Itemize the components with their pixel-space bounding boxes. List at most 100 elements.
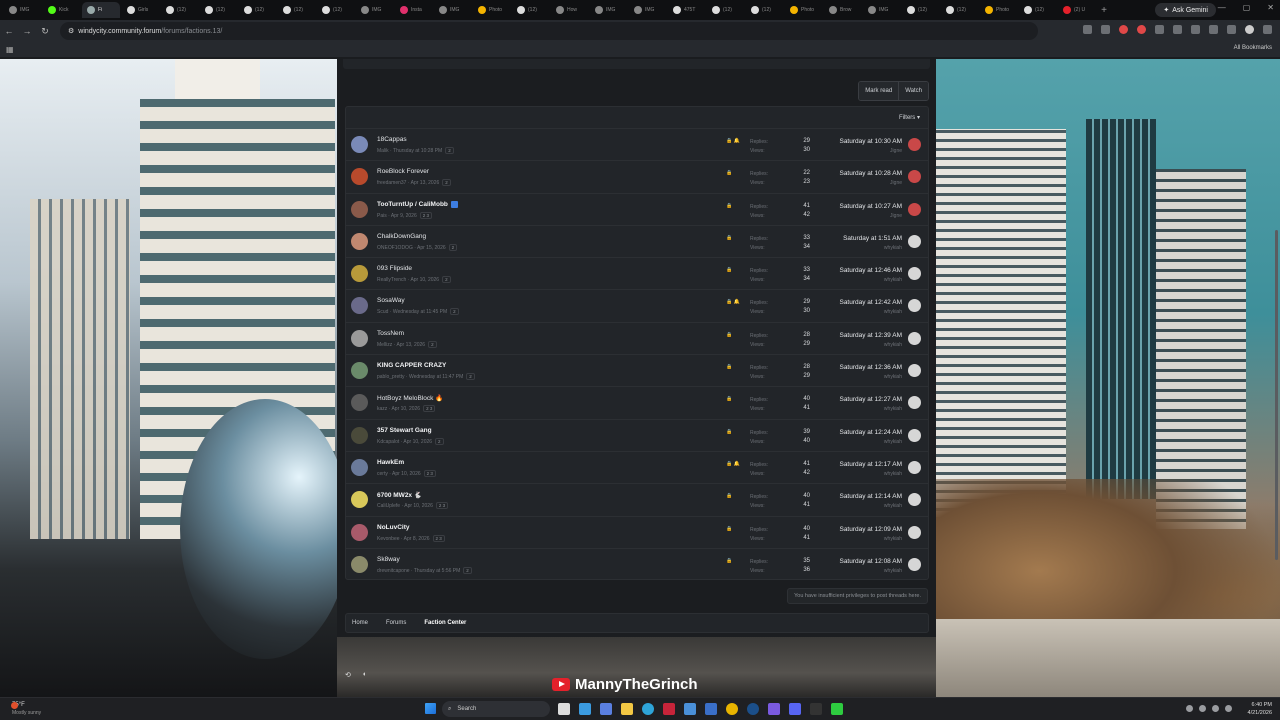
- browser-tab[interactable]: IMG: [434, 2, 471, 18]
- last-post-user[interactable]: whykiah: [884, 568, 902, 574]
- page-scrollbar[interactable]: [1275, 230, 1278, 560]
- windows-start-icon[interactable]: [425, 703, 436, 714]
- maximize-icon[interactable]: ▢: [1243, 3, 1251, 12]
- browser-tab[interactable]: (12): [161, 2, 198, 18]
- all-bookmarks[interactable]: All Bookmarks: [1234, 45, 1272, 51]
- apps-grid-icon[interactable]: ▦: [6, 45, 14, 54]
- last-post-user[interactable]: Jigne: [890, 148, 902, 154]
- last-poster-avatar[interactable]: [908, 267, 921, 281]
- last-post-user[interactable]: whykiah: [884, 406, 902, 412]
- app-icon[interactable]: [684, 703, 696, 715]
- author-avatar[interactable]: [351, 297, 368, 315]
- new-tab-button[interactable]: +: [1097, 5, 1111, 16]
- extensions-puzzle-icon[interactable]: [1191, 25, 1200, 34]
- browser-tab[interactable]: Kick: [43, 2, 80, 18]
- last-poster-avatar[interactable]: [908, 331, 921, 345]
- last-post-time[interactable]: Saturday at 10:30 AM: [839, 138, 902, 145]
- thread-row[interactable]: NoLuvCity Kevonbee · Apr 8, 2026 2 3 🔒 Repli…: [346, 517, 928, 549]
- page-jump[interactable]: 2: [450, 308, 459, 316]
- thread-row[interactable]: Sk8way drewnitcapone · Thursday at 5:56 P…: [346, 549, 928, 581]
- author-avatar[interactable]: [351, 362, 368, 380]
- thread-row[interactable]: HotBoyz MeloBlock 🔥 kazz · Apr 10, 2026 2 …: [346, 387, 928, 420]
- thread-row[interactable]: ChalkDownGang ONEOF1ODOG · Apr 15, 2026 2 🔒…: [346, 226, 928, 259]
- thread-title-link[interactable]: RoeBlock Forever: [377, 168, 429, 175]
- breadcrumb-home[interactable]: Home: [352, 620, 368, 626]
- thread-row[interactable]: 357 Stewart Gang Kdcapalot · Apr 10, 2026…: [346, 420, 928, 452]
- browser-tab[interactable]: IMG: [590, 2, 627, 18]
- thread-author-date[interactable]: kazz · Apr 10, 2026: [377, 406, 420, 412]
- last-post-time[interactable]: Saturday at 12:14 AM: [839, 493, 902, 500]
- page-jump[interactable]: 2 3: [423, 469, 436, 477]
- watch-button[interactable]: Watch: [898, 82, 928, 100]
- last-post-time[interactable]: Saturday at 1:51 AM: [843, 235, 902, 242]
- author-avatar[interactable]: [351, 232, 368, 250]
- thread-title-link[interactable]: 357 Stewart Gang: [377, 427, 432, 434]
- sidebar-icon[interactable]: [1209, 25, 1218, 34]
- theme-toggle-icon[interactable]: ◐: [363, 671, 367, 679]
- thread-row[interactable]: TooTurntUp / CaliMobb Pais · Apr 9, 2026 2…: [346, 194, 928, 226]
- profile-avatar[interactable]: [1245, 25, 1254, 34]
- author-avatar[interactable]: [351, 168, 368, 186]
- author-avatar[interactable]: [351, 200, 368, 218]
- browser-tab[interactable]: Insta: [395, 2, 432, 18]
- browser-tab[interactable]: Photo: [980, 2, 1017, 18]
- last-post-time[interactable]: Saturday at 12:17 AM: [839, 461, 902, 468]
- browser-tab[interactable]: Brow: [824, 2, 861, 18]
- thread-author-date[interactable]: ReallyTrench · Apr 10, 2026: [377, 277, 439, 283]
- page-jump[interactable]: 2: [445, 147, 454, 154]
- mark-read-button[interactable]: Mark read: [859, 82, 899, 100]
- browser-tab[interactable]: (12): [512, 2, 549, 18]
- page-jump[interactable]: 2 3: [435, 502, 449, 510]
- discord-icon[interactable]: [789, 703, 801, 715]
- thread-row[interactable]: HawkEm certy · Apr 10, 2026 2 3 🔒 🔔 Replies:…: [346, 452, 928, 485]
- thread-row[interactable]: 6700 MW2x 🐇 CaliUplefe · Apr 10, 2026 2 3 🔒…: [346, 484, 928, 517]
- last-poster-avatar[interactable]: [908, 234, 921, 248]
- wifi-icon[interactable]: [1212, 705, 1219, 712]
- tray-icon[interactable]: [1199, 705, 1206, 712]
- thread-row[interactable]: SosaWay Scud · Wednesday at 11:45 PM 2 🔒 🔔 R…: [346, 290, 928, 323]
- tray-icon[interactable]: [1186, 705, 1193, 712]
- steam-icon[interactable]: [747, 703, 759, 715]
- last-post-user[interactable]: whykiah: [884, 245, 902, 251]
- thread-title-link[interactable]: 6700 MW2x 🐇: [377, 491, 422, 499]
- filters-button[interactable]: Filters ▾: [899, 114, 920, 121]
- settings-icon[interactable]: ⟲: [345, 671, 351, 679]
- thread-author-date[interactable]: Kevonbee · Apr 8, 2026: [377, 536, 430, 542]
- thread-author-date[interactable]: pablo_pretty · Wednesday at 11:47 PM: [377, 374, 463, 380]
- last-poster-avatar[interactable]: [908, 202, 921, 216]
- author-avatar[interactable]: [351, 523, 368, 541]
- thread-author-date[interactable]: freedamen37 · Apr 13, 2026: [377, 180, 439, 186]
- screen-cast-icon[interactable]: [1083, 25, 1092, 34]
- last-post-user[interactable]: whykiah: [884, 503, 902, 509]
- author-avatar[interactable]: [351, 136, 368, 153]
- extension-icon[interactable]: [1155, 25, 1164, 34]
- thread-title-link[interactable]: HotBoyz MeloBlock 🔥: [377, 394, 443, 402]
- thread-author-date[interactable]: Malik · Thursday at 10:28 PM: [377, 148, 442, 154]
- task-view-icon[interactable]: [558, 703, 570, 715]
- extension-icon[interactable]: [1119, 25, 1128, 34]
- thread-row[interactable]: 093 Flipside ReallyTrench · Apr 10, 2026 2…: [346, 258, 928, 291]
- last-post-user[interactable]: whykiah: [884, 342, 902, 348]
- last-poster-avatar[interactable]: [908, 557, 921, 571]
- last-post-user[interactable]: whykiah: [884, 309, 902, 315]
- minimize-icon[interactable]: —: [1218, 3, 1226, 12]
- browser-tab[interactable]: (12): [317, 2, 354, 18]
- page-jump[interactable]: 2 3: [423, 405, 436, 413]
- browser-tab[interactable]: (12): [1019, 2, 1056, 18]
- weather-widget[interactable]: 75°F Mostly sunny: [11, 701, 41, 717]
- volume-icon[interactable]: [1225, 705, 1232, 712]
- browser-tab[interactable]: (12): [239, 2, 276, 18]
- file-explorer-icon[interactable]: [621, 703, 633, 715]
- last-post-time[interactable]: Saturday at 12:42 AM: [839, 299, 902, 306]
- page-jump[interactable]: 2: [466, 373, 475, 381]
- menu-icon[interactable]: [1263, 25, 1272, 34]
- last-poster-avatar[interactable]: [908, 170, 921, 184]
- author-avatar[interactable]: [351, 458, 368, 476]
- thread-title-link[interactable]: SosaWay: [377, 297, 405, 304]
- browser-tab[interactable]: 475T: [668, 2, 705, 18]
- browser-tab[interactable]: (12): [200, 2, 237, 18]
- edge-icon[interactable]: [642, 703, 654, 715]
- browser-tab[interactable]: (12): [707, 2, 744, 18]
- author-avatar[interactable]: [351, 491, 368, 509]
- last-post-user[interactable]: whykiah: [884, 277, 902, 283]
